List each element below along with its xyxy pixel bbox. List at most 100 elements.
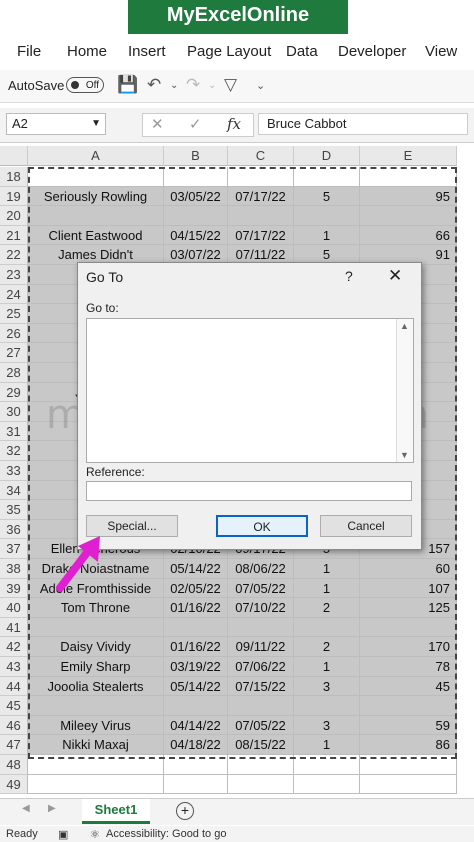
cell-d[interactable] (294, 206, 360, 226)
cell-b[interactable]: 05/14/22 (164, 559, 228, 579)
cell-c[interactable]: 07/15/22 (228, 676, 294, 697)
row-header[interactable]: 47 (0, 735, 28, 755)
reference-input[interactable] (86, 481, 412, 501)
column-header-e[interactable]: E (360, 146, 457, 166)
cell-e[interactable]: 107 (360, 578, 457, 599)
row-header[interactable]: 39 (0, 578, 28, 599)
row-header[interactable]: 18 (0, 167, 28, 187)
chevron-down-icon[interactable]: ▼ (91, 114, 101, 134)
row-header[interactable]: 46 (0, 715, 28, 736)
cell-c[interactable]: 07/05/22 (228, 578, 294, 599)
cell-d[interactable]: 1 (294, 735, 360, 755)
menu-data[interactable]: Data (286, 43, 318, 60)
cell-a[interactable] (28, 167, 164, 187)
row-header[interactable]: 40 (0, 598, 28, 618)
row-header[interactable]: 41 (0, 617, 28, 638)
cell-a[interactable]: Drake Noiastname (28, 559, 164, 579)
row-header[interactable]: 24 (0, 284, 28, 305)
row-header[interactable]: 25 (0, 304, 28, 324)
cell-a[interactable]: Client Eastwood (28, 225, 164, 246)
cell-e[interactable]: 170 (360, 637, 457, 657)
close-icon[interactable]: ✕ (388, 266, 402, 286)
ok-button[interactable]: OK (216, 515, 308, 537)
row-header[interactable]: 30 (0, 402, 28, 422)
row-header[interactable]: 20 (0, 206, 28, 226)
row-header[interactable]: 42 (0, 637, 28, 657)
cell-b[interactable]: 05/14/22 (164, 676, 228, 697)
cell-e[interactable] (360, 696, 457, 716)
cell-c[interactable] (228, 206, 294, 226)
cell-b[interactable]: 01/16/22 (164, 598, 228, 618)
filter-icon[interactable]: ▽ (224, 75, 237, 95)
row-header[interactable]: 35 (0, 500, 28, 520)
row-header[interactable]: 22 (0, 245, 28, 265)
cell-e[interactable] (360, 774, 457, 795)
column-header-a[interactable]: A (28, 146, 164, 166)
cell-a[interactable] (28, 755, 164, 775)
row-header[interactable]: 29 (0, 382, 28, 403)
undo-icon[interactable]: ↶ (147, 75, 161, 95)
cell-c[interactable]: 07/05/22 (228, 715, 294, 736)
cell-c[interactable]: 07/10/22 (228, 598, 294, 618)
scroll-up-icon[interactable]: ▲ (400, 321, 409, 331)
cell-b[interactable] (164, 774, 228, 795)
row-header[interactable]: 32 (0, 441, 28, 461)
row-header[interactable]: 33 (0, 461, 28, 481)
cell-e[interactable] (360, 167, 457, 187)
row-header[interactable]: 21 (0, 225, 28, 246)
cell-d[interactable]: 2 (294, 598, 360, 618)
cell-e[interactable]: 59 (360, 715, 457, 736)
cell-c[interactable] (228, 617, 294, 638)
cell-e[interactable]: 86 (360, 735, 457, 755)
help-icon[interactable]: ? (345, 268, 353, 284)
row-header[interactable]: 43 (0, 657, 28, 677)
next-sheet-icon[interactable]: ▶ (48, 803, 56, 814)
sheet-tab-sheet1[interactable]: Sheet1 (82, 799, 150, 824)
special-button[interactable]: Special... (86, 515, 178, 537)
cell-c[interactable]: 07/06/22 (228, 657, 294, 677)
customize-toolbar-icon[interactable]: ⌄ (256, 79, 265, 92)
menu-view[interactable]: View (425, 43, 457, 60)
cell-b[interactable] (164, 617, 228, 638)
cancel-icon[interactable]: ✕ (151, 115, 164, 133)
row-header[interactable]: 27 (0, 343, 28, 363)
cell-d[interactable]: 1 (294, 225, 360, 246)
save-icon[interactable]: 💾 (117, 75, 138, 95)
macro-record-icon[interactable]: ▣ (58, 828, 68, 841)
cell-b[interactable]: 04/15/22 (164, 225, 228, 246)
cell-d[interactable] (294, 755, 360, 775)
status-accessibility[interactable]: Accessibility: Good to go (106, 828, 226, 840)
cell-a[interactable] (28, 617, 164, 638)
row-header[interactable]: 26 (0, 323, 28, 344)
cell-c[interactable] (228, 696, 294, 716)
menu-file[interactable]: File (17, 43, 41, 60)
cell-d[interactable]: 2 (294, 637, 360, 657)
cell-e[interactable]: 45 (360, 676, 457, 697)
cell-a[interactable] (28, 774, 164, 795)
cell-a[interactable] (28, 696, 164, 716)
cell-b[interactable]: 03/19/22 (164, 657, 228, 677)
cell-e[interactable] (360, 206, 457, 226)
cell-e[interactable]: 78 (360, 657, 457, 677)
cell-c[interactable]: 07/17/22 (228, 225, 294, 246)
cell-c[interactable] (228, 755, 294, 775)
check-icon[interactable]: ✓ (189, 115, 202, 133)
cell-a[interactable]: Jooolia Stealerts (28, 676, 164, 697)
goto-listbox[interactable]: ▲ ▼ (86, 318, 414, 463)
cell-c[interactable] (228, 167, 294, 187)
cell-d[interactable]: 3 (294, 715, 360, 736)
cell-b[interactable]: 03/05/22 (164, 186, 228, 207)
cell-b[interactable] (164, 206, 228, 226)
row-header[interactable]: 36 (0, 519, 28, 540)
column-header-d[interactable]: D (294, 146, 360, 166)
menu-developer[interactable]: Developer (338, 43, 406, 60)
menu-insert[interactable]: Insert (128, 43, 166, 60)
cell-b[interactable] (164, 696, 228, 716)
cell-d[interactable] (294, 696, 360, 716)
cell-b[interactable]: 02/05/22 (164, 578, 228, 599)
prev-sheet-icon[interactable]: ◀ (22, 803, 30, 814)
formula-input[interactable]: Bruce Cabbot (258, 113, 468, 135)
cell-a[interactable]: Emily Sharp (28, 657, 164, 677)
cell-c[interactable]: 09/11/22 (228, 637, 294, 657)
function-icon[interactable]: fx (227, 115, 241, 133)
